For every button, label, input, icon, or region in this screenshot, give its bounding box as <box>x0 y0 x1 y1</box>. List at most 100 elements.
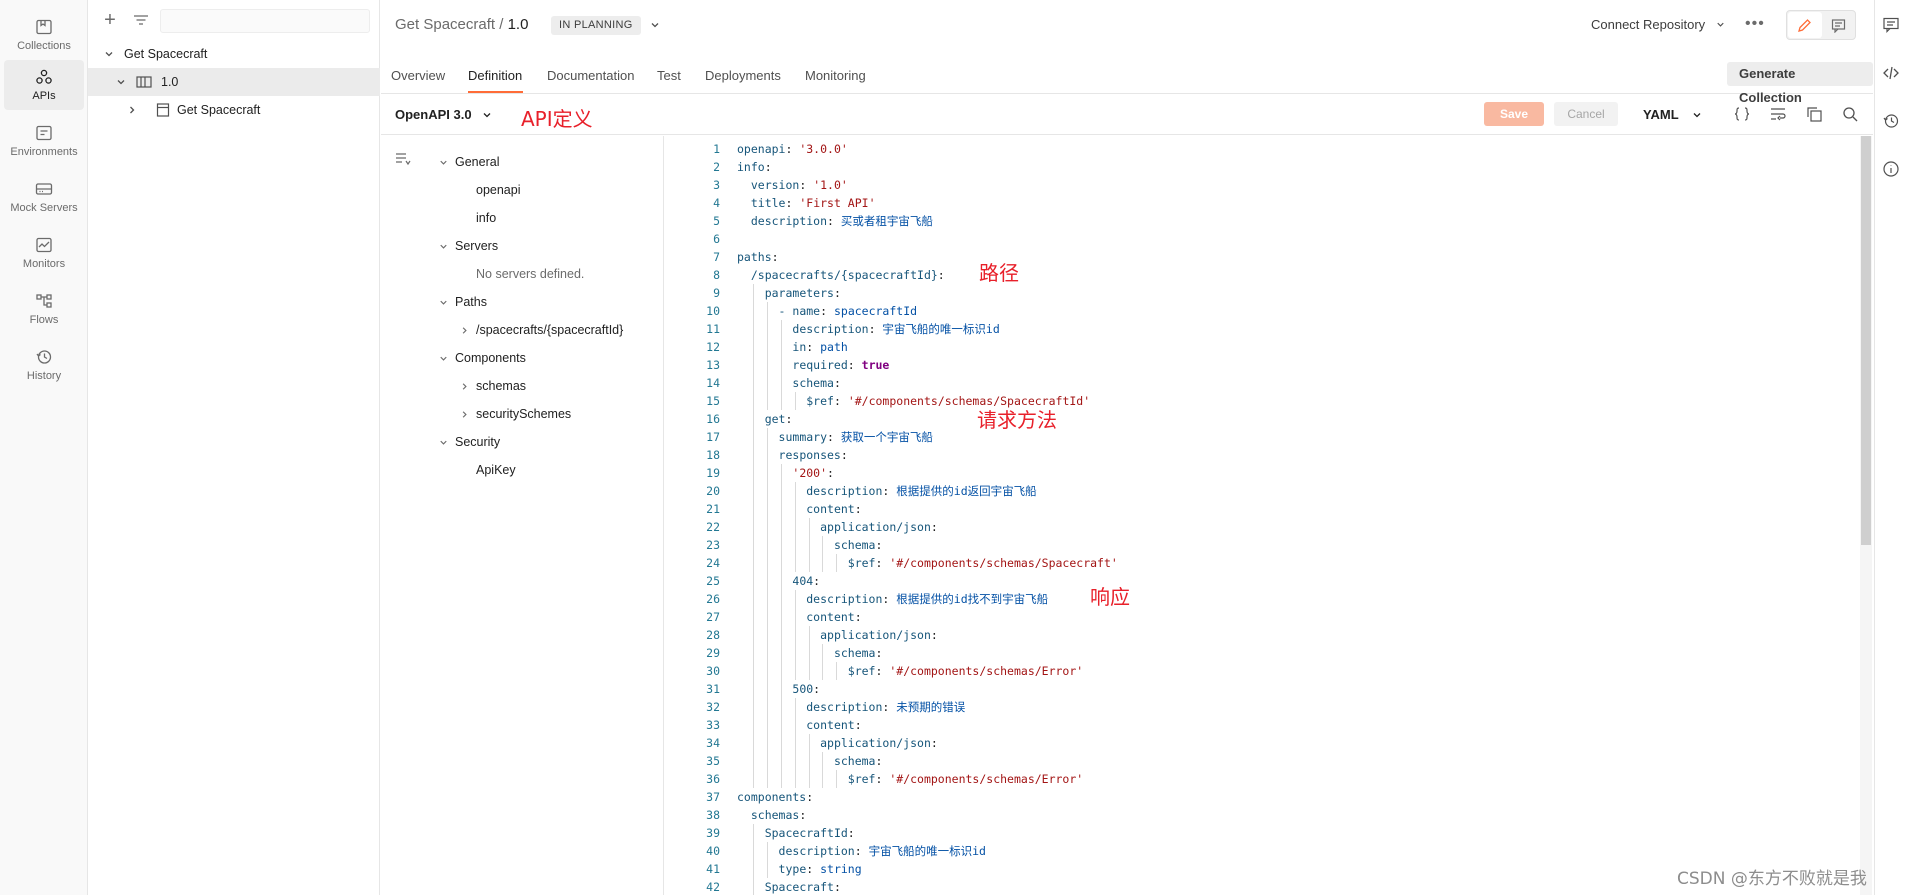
indent-guide <box>752 410 754 428</box>
outline-general[interactable]: General <box>455 152 499 172</box>
line-number: 21 <box>706 502 720 516</box>
breadcrumb-api-name[interactable]: Get Spacecraft <box>395 16 495 33</box>
breadcrumb: Get Spacecraft / 1.0 <box>395 16 528 33</box>
save-button[interactable]: Save <box>1484 102 1544 126</box>
outline-info[interactable]: info <box>476 208 496 228</box>
comments-icon[interactable] <box>1882 16 1900 34</box>
outline-components[interactable]: Components <box>455 348 526 368</box>
chevron-down-icon[interactable] <box>438 437 449 448</box>
indent-guide <box>752 716 754 734</box>
code-line: schema: <box>833 646 883 660</box>
line-number: 24 <box>706 556 720 570</box>
copy-icon[interactable] <box>1805 105 1823 123</box>
chevron-right-icon[interactable] <box>459 325 470 336</box>
indent-guide <box>766 662 768 680</box>
rail-flows[interactable]: Flows <box>4 284 84 334</box>
indent-guide <box>752 626 754 644</box>
chevron-down-icon[interactable] <box>438 157 449 168</box>
indent-guide <box>794 554 796 572</box>
indent-guide <box>752 644 754 662</box>
line-number: 34 <box>706 736 720 750</box>
chevron-down-icon[interactable] <box>649 19 661 31</box>
rail-label-flows: Flows <box>29 314 59 326</box>
outline-no-servers: No servers defined. <box>476 267 585 281</box>
tab-documentation[interactable]: Documentation <box>547 68 634 83</box>
indent-guide <box>752 860 754 878</box>
indent-guide <box>766 734 768 752</box>
scrollbar-thumb[interactable] <box>1861 136 1871 545</box>
annotation-api-definition: API定义 <box>521 107 593 131</box>
line-number: 5 <box>713 214 720 228</box>
generate-collection-button[interactable]: Generate Collection <box>1727 62 1873 105</box>
filter-icon[interactable] <box>132 12 150 30</box>
outline-toggle-icon[interactable] <box>395 152 411 166</box>
chevron-down-icon[interactable] <box>481 109 493 121</box>
comment-icon[interactable] <box>1831 18 1846 33</box>
chevron-down-icon <box>105 52 113 57</box>
add-icon[interactable]: + <box>100 10 120 31</box>
chevron-right-icon[interactable] <box>459 409 470 420</box>
outline-servers[interactable]: Servers <box>455 236 498 256</box>
tab-test[interactable]: Test <box>657 68 681 83</box>
indent-guide <box>794 518 796 536</box>
outline-security[interactable]: Security <box>455 432 500 452</box>
sidebar-search-input[interactable] <box>160 9 370 33</box>
editor-scrollbar[interactable] <box>1860 136 1872 895</box>
language-select[interactable]: YAML <box>1643 107 1679 122</box>
indent-guide <box>766 770 768 788</box>
braces-icon[interactable] <box>1733 105 1751 123</box>
outline-openapi[interactable]: openapi <box>476 180 521 200</box>
tab-monitoring[interactable]: Monitoring <box>805 68 866 83</box>
chevron-down-icon[interactable] <box>1691 109 1703 121</box>
outline-security-schemes[interactable]: securitySchemes <box>476 404 571 424</box>
rail-history[interactable]: History <box>4 340 84 390</box>
rail-mock-servers[interactable]: Mock Servers <box>4 172 84 222</box>
outline-paths[interactable]: Paths <box>455 292 487 312</box>
line-number: 9 <box>713 286 720 300</box>
code-editor[interactable]: 1 2 3 4 5 6 7 8 9 10 11 12 13 14 15 16 17 18 19 20 21 22 23 24 2… <box>665 136 1872 895</box>
indent-guide <box>752 302 754 320</box>
rail-collections[interactable]: Collections <box>4 10 84 60</box>
breadcrumb-version[interactable]: 1.0 <box>508 16 529 33</box>
tree-item-version[interactable]: 1.0 <box>88 68 380 96</box>
indent-guide <box>766 860 768 878</box>
more-options-button[interactable]: ••• <box>1745 15 1765 33</box>
spec-format-select[interactable]: OpenAPI 3.0 <box>395 107 472 122</box>
edit-mode-button[interactable] <box>1788 12 1822 38</box>
tab-definition[interactable]: Definition <box>468 68 522 83</box>
outline-path-item[interactable]: /spacecrafts/{spacecraftId} <box>476 320 623 340</box>
indent-guide <box>794 392 796 410</box>
indent-guide <box>780 374 782 392</box>
wrap-lines-icon[interactable] <box>1769 105 1787 123</box>
tree-item-api[interactable]: Get Spacecraft <box>88 40 380 68</box>
chevron-down-icon[interactable] <box>438 353 449 364</box>
cancel-button[interactable]: Cancel <box>1554 102 1618 126</box>
rail-apis[interactable]: APIs <box>4 60 84 110</box>
search-icon[interactable] <box>1841 105 1859 123</box>
outline-schemas[interactable]: schemas <box>476 376 526 396</box>
chevron-down-icon[interactable] <box>438 241 449 252</box>
history-icon[interactable] <box>1882 112 1900 130</box>
rail-environments[interactable]: Environments <box>4 116 84 166</box>
tree-item-definition[interactable]: Get Spacecraft <box>88 96 380 124</box>
connect-repository-button[interactable]: Connect Repository <box>1591 17 1726 32</box>
code-line: get: <box>764 412 793 426</box>
annotation-response: 响应 <box>1090 585 1130 609</box>
indent-guide <box>780 608 782 626</box>
code-line: '200': <box>792 466 834 480</box>
code-icon[interactable] <box>1882 64 1900 82</box>
indent-guide <box>752 464 754 482</box>
code-line: description: 买或者租宇宙飞船 <box>750 214 933 228</box>
info-icon[interactable] <box>1882 160 1900 178</box>
chevron-down-icon[interactable] <box>438 297 449 308</box>
line-number: 6 <box>713 232 720 246</box>
tab-deployments[interactable]: Deployments <box>705 68 781 83</box>
indent-guide <box>766 500 768 518</box>
indent-guide <box>766 698 768 716</box>
tab-overview[interactable]: Overview <box>391 68 445 83</box>
rail-monitors[interactable]: Monitors <box>4 228 84 278</box>
indent-guide <box>808 734 810 752</box>
outline-apikey[interactable]: ApiKey <box>476 460 516 480</box>
chevron-right-icon[interactable] <box>459 381 470 392</box>
code-line: content: <box>806 502 862 516</box>
